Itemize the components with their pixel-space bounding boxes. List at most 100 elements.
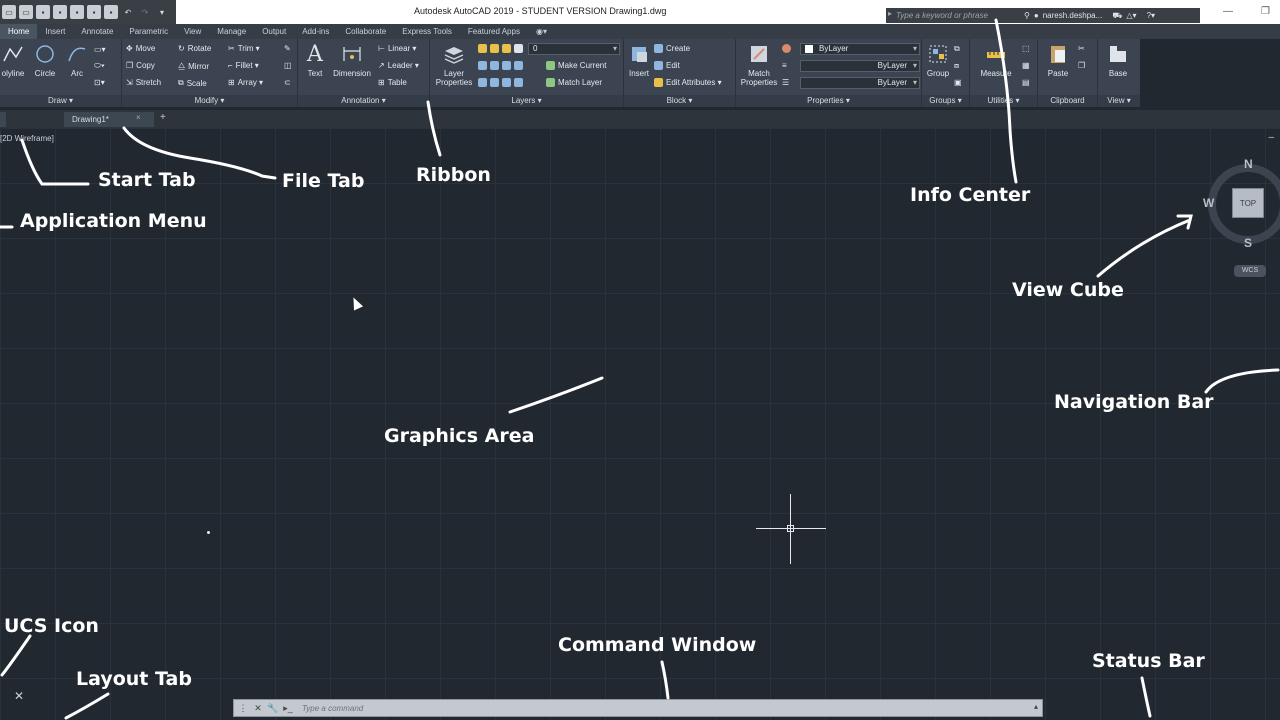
new-tab-icon[interactable]: + bbox=[160, 112, 166, 123]
panel-annotation-title[interactable]: Annotation ▾ bbox=[298, 95, 429, 107]
move-button[interactable]: ✥ Move bbox=[126, 44, 155, 53]
recent-commands-icon[interactable]: ▸_ bbox=[282, 702, 294, 714]
scale-button[interactable]: ⧉ Scale bbox=[178, 78, 207, 88]
panel-view-title[interactable]: View ▾ bbox=[1098, 95, 1140, 107]
match-properties-button[interactable]: Match Properties bbox=[738, 43, 780, 87]
linear-button[interactable]: ⊢ Linear ▾ bbox=[378, 44, 416, 53]
compass-west[interactable]: W bbox=[1203, 196, 1214, 210]
panel-block-title[interactable]: Block ▾ bbox=[624, 95, 735, 107]
viewport-controls[interactable]: [2D Wireframe] bbox=[0, 134, 54, 143]
save-as-icon[interactable]: ▪ bbox=[53, 5, 67, 19]
minimize-button[interactable]: — bbox=[1223, 6, 1233, 17]
group-button[interactable]: Group bbox=[924, 43, 952, 78]
command-history-icon[interactable]: ▴ bbox=[1034, 702, 1038, 711]
cart-icon[interactable]: ⛟ bbox=[1112, 11, 1122, 21]
web-mobile-icon[interactable]: ▪ bbox=[70, 5, 84, 19]
panel-clipboard-title[interactable]: Clipboard bbox=[1038, 95, 1097, 107]
edit-attributes-button[interactable]: Edit Attributes ▾ bbox=[654, 78, 722, 87]
panel-properties-title[interactable]: Properties ▾ bbox=[736, 95, 921, 107]
tab-home[interactable]: Home bbox=[0, 24, 38, 39]
table-button[interactable]: ⊞ Table bbox=[378, 78, 407, 87]
compass-south[interactable]: S bbox=[1244, 236, 1252, 250]
quick-select-icon[interactable]: ⬚ bbox=[1022, 44, 1030, 53]
grip-handle[interactable]: ⋮ bbox=[237, 702, 249, 714]
panel-draw-title[interactable]: Draw ▾ bbox=[0, 95, 121, 107]
help-icon[interactable]: ?▾ bbox=[1147, 11, 1155, 20]
rectangle-icon[interactable]: ▭▾ bbox=[94, 45, 106, 54]
layer-tools-row-1[interactable] bbox=[478, 61, 523, 70]
user-name[interactable]: naresh.deshpa... bbox=[1043, 11, 1103, 20]
new-icon[interactable]: ▭ bbox=[19, 5, 33, 19]
copy-clip-icon[interactable]: ❐ bbox=[1078, 61, 1085, 70]
view-cube[interactable]: N W S TOP bbox=[1203, 156, 1280, 250]
publish-icon[interactable]: ▪ bbox=[87, 5, 101, 19]
lineweight-dropdown[interactable]: ByLayer bbox=[800, 77, 920, 89]
viewport-minimize-icon[interactable]: – bbox=[1268, 132, 1274, 143]
create-block-button[interactable]: Create bbox=[654, 44, 690, 53]
erase-icon[interactable]: ✎ bbox=[284, 44, 291, 53]
user-icon[interactable]: ● bbox=[1034, 11, 1039, 20]
save-icon[interactable]: ▪ bbox=[36, 5, 50, 19]
lineweight-icon[interactable]: ☰ bbox=[782, 78, 789, 87]
panel-layers-title[interactable]: Layers ▾ bbox=[430, 95, 623, 107]
dimension-button[interactable]: Dimension bbox=[330, 43, 374, 78]
offset-icon[interactable]: ⊂ bbox=[284, 78, 291, 87]
start-tab[interactable] bbox=[0, 112, 6, 127]
match-layer-button[interactable]: Match Layer bbox=[546, 78, 602, 87]
ribbon-toggle-icon[interactable]: ◉▾ bbox=[528, 24, 555, 39]
command-window[interactable]: ⋮ ✕ 🔧 ▸_ Type a command ▴ bbox=[233, 699, 1043, 717]
close-command-icon[interactable]: ✕ bbox=[252, 702, 264, 714]
arc-button[interactable]: Arc bbox=[64, 43, 90, 78]
layer-tools-row-2[interactable] bbox=[478, 78, 523, 87]
tab-collaborate[interactable]: Collaborate bbox=[337, 24, 394, 39]
leader-button[interactable]: ↗ Leader ▾ bbox=[378, 61, 419, 70]
layer-properties-button[interactable]: Layer Properties bbox=[436, 43, 472, 87]
polyline-button[interactable]: olyline bbox=[0, 43, 26, 78]
array-button[interactable]: ⊞ Array ▾ bbox=[228, 78, 263, 87]
linetype-icon[interactable]: ≡ bbox=[782, 61, 787, 70]
rotate-button[interactable]: ↻ Rotate bbox=[178, 44, 211, 53]
tab-express-tools[interactable]: Express Tools bbox=[394, 24, 460, 39]
customize-command-icon[interactable]: 🔧 bbox=[267, 702, 279, 714]
mirror-button[interactable]: ⧋ Mirror bbox=[178, 61, 209, 71]
copy-button[interactable]: ❐ Copy bbox=[126, 61, 155, 70]
layer-dropdown[interactable]: 0 bbox=[528, 43, 620, 55]
circle-button[interactable]: Circle bbox=[32, 43, 58, 78]
tab-add-ins[interactable]: Add-ins bbox=[294, 24, 337, 39]
tab-manage[interactable]: Manage bbox=[209, 24, 254, 39]
linetype-dropdown[interactable]: ByLayer bbox=[800, 60, 920, 72]
redo-icon[interactable]: ↷ bbox=[138, 5, 152, 19]
measure-button[interactable]: Measure bbox=[976, 43, 1016, 78]
search-input[interactable]: Type a keyword or phrase bbox=[886, 8, 1020, 23]
tab-featured-apps[interactable]: Featured Apps bbox=[460, 24, 528, 39]
a360-icon[interactable]: △▾ bbox=[1126, 11, 1136, 20]
group-edit-icon[interactable]: ⧈ bbox=[954, 61, 959, 71]
text-button[interactable]: A Text bbox=[302, 43, 328, 78]
edit-block-button[interactable]: Edit bbox=[654, 61, 680, 70]
tab-annotate[interactable]: Annotate bbox=[73, 24, 121, 39]
select-all-icon[interactable]: ▦ bbox=[1022, 61, 1030, 70]
compass-north[interactable]: N bbox=[1244, 157, 1253, 171]
tab-parametric[interactable]: Parametric bbox=[121, 24, 176, 39]
tab-view[interactable]: View bbox=[176, 24, 209, 39]
explode-icon[interactable]: ◫ bbox=[284, 61, 292, 70]
panel-groups-title[interactable]: Groups ▾ bbox=[922, 95, 969, 107]
restore-button[interactable]: ❐ bbox=[1261, 6, 1270, 17]
undo-icon[interactable]: ↶ bbox=[121, 5, 135, 19]
view-cube-top-face[interactable]: TOP bbox=[1232, 188, 1264, 218]
wcs-menu[interactable]: WCS bbox=[1234, 265, 1266, 277]
open-icon[interactable]: ▭ bbox=[2, 5, 16, 19]
base-button[interactable]: Base bbox=[1104, 43, 1132, 78]
group-select-icon[interactable]: ▣ bbox=[954, 78, 962, 87]
fillet-button[interactable]: ⌐ Fillet ▾ bbox=[228, 61, 259, 70]
calculator-icon[interactable]: ▤ bbox=[1022, 78, 1030, 87]
cut-icon[interactable]: ✂ bbox=[1078, 44, 1085, 53]
layer-state-icons[interactable] bbox=[478, 44, 523, 53]
ungroup-icon[interactable]: ⧉ bbox=[954, 44, 960, 54]
tab-insert[interactable]: Insert bbox=[37, 24, 73, 39]
trim-button[interactable]: ✂ Trim ▾ bbox=[228, 44, 260, 53]
close-tab-icon[interactable]: × bbox=[136, 113, 141, 122]
color-wheel-icon[interactable] bbox=[782, 44, 791, 53]
insert-button[interactable]: Insert bbox=[626, 43, 652, 78]
customize-icon[interactable]: ▾ bbox=[155, 5, 169, 19]
